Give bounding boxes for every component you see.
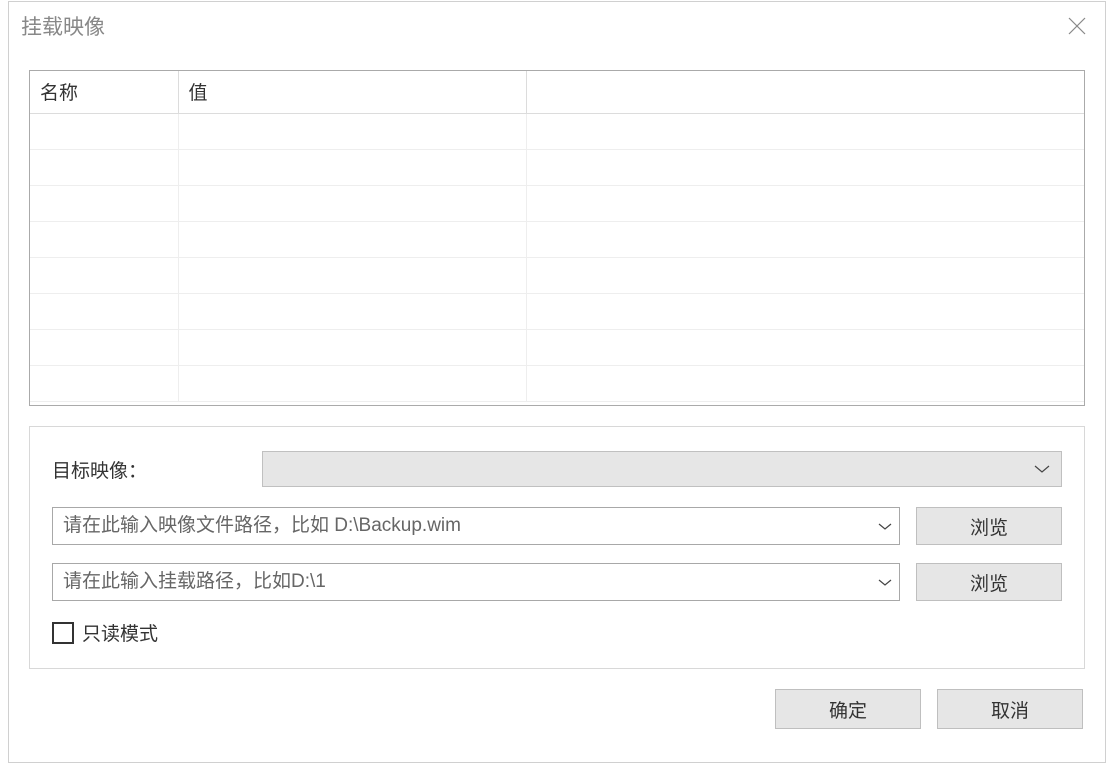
- image-path-row: 浏览: [52, 507, 1062, 545]
- cancel-button[interactable]: 取消: [937, 689, 1083, 729]
- image-info-table: 名称 值: [29, 70, 1085, 406]
- close-icon: [1065, 14, 1089, 38]
- table-row[interactable]: [30, 185, 1084, 221]
- column-header-blank: [526, 71, 1084, 113]
- browse-mount-button[interactable]: 浏览: [916, 563, 1062, 601]
- chevron-down-icon: [877, 578, 893, 587]
- readonly-checkbox[interactable]: [52, 622, 74, 644]
- table-row[interactable]: [30, 293, 1084, 329]
- table-row[interactable]: [30, 365, 1084, 401]
- dialog-button-row: 确定 取消: [29, 689, 1085, 729]
- table-row[interactable]: [30, 113, 1084, 149]
- form-panel: 目标映像： 浏览: [29, 426, 1085, 669]
- image-path-dropdown-toggle[interactable]: [871, 522, 899, 531]
- mount-path-dropdown-toggle[interactable]: [871, 578, 899, 587]
- dialog-content: 名称 值 目标映像：: [9, 50, 1105, 749]
- target-image-row: 目标映像：: [52, 451, 1062, 487]
- table-row[interactable]: [30, 149, 1084, 185]
- table-row[interactable]: [30, 257, 1084, 293]
- mount-path-row: 浏览: [52, 563, 1062, 601]
- ok-button[interactable]: 确定: [775, 689, 921, 729]
- target-image-label: 目标映像：: [52, 456, 262, 483]
- chevron-down-icon: [877, 522, 893, 531]
- browse-image-button[interactable]: 浏览: [916, 507, 1062, 545]
- table-row[interactable]: [30, 221, 1084, 257]
- column-header-name[interactable]: 名称: [30, 71, 178, 113]
- table-row[interactable]: [30, 329, 1084, 365]
- mount-path-input[interactable]: [53, 564, 871, 600]
- readonly-row: 只读模式: [52, 619, 1062, 646]
- image-path-input[interactable]: [53, 508, 871, 544]
- column-header-value[interactable]: 值: [178, 71, 526, 113]
- mount-image-dialog: 挂载映像 名称 值: [8, 1, 1106, 763]
- target-image-dropdown[interactable]: [262, 451, 1062, 487]
- title-bar: 挂载映像: [9, 2, 1105, 50]
- mount-path-combo: [52, 563, 900, 601]
- dialog-title: 挂载映像: [21, 11, 105, 41]
- close-button[interactable]: [1061, 10, 1093, 42]
- chevron-down-icon: [1033, 464, 1051, 474]
- readonly-label[interactable]: 只读模式: [82, 619, 158, 646]
- image-path-combo: [52, 507, 900, 545]
